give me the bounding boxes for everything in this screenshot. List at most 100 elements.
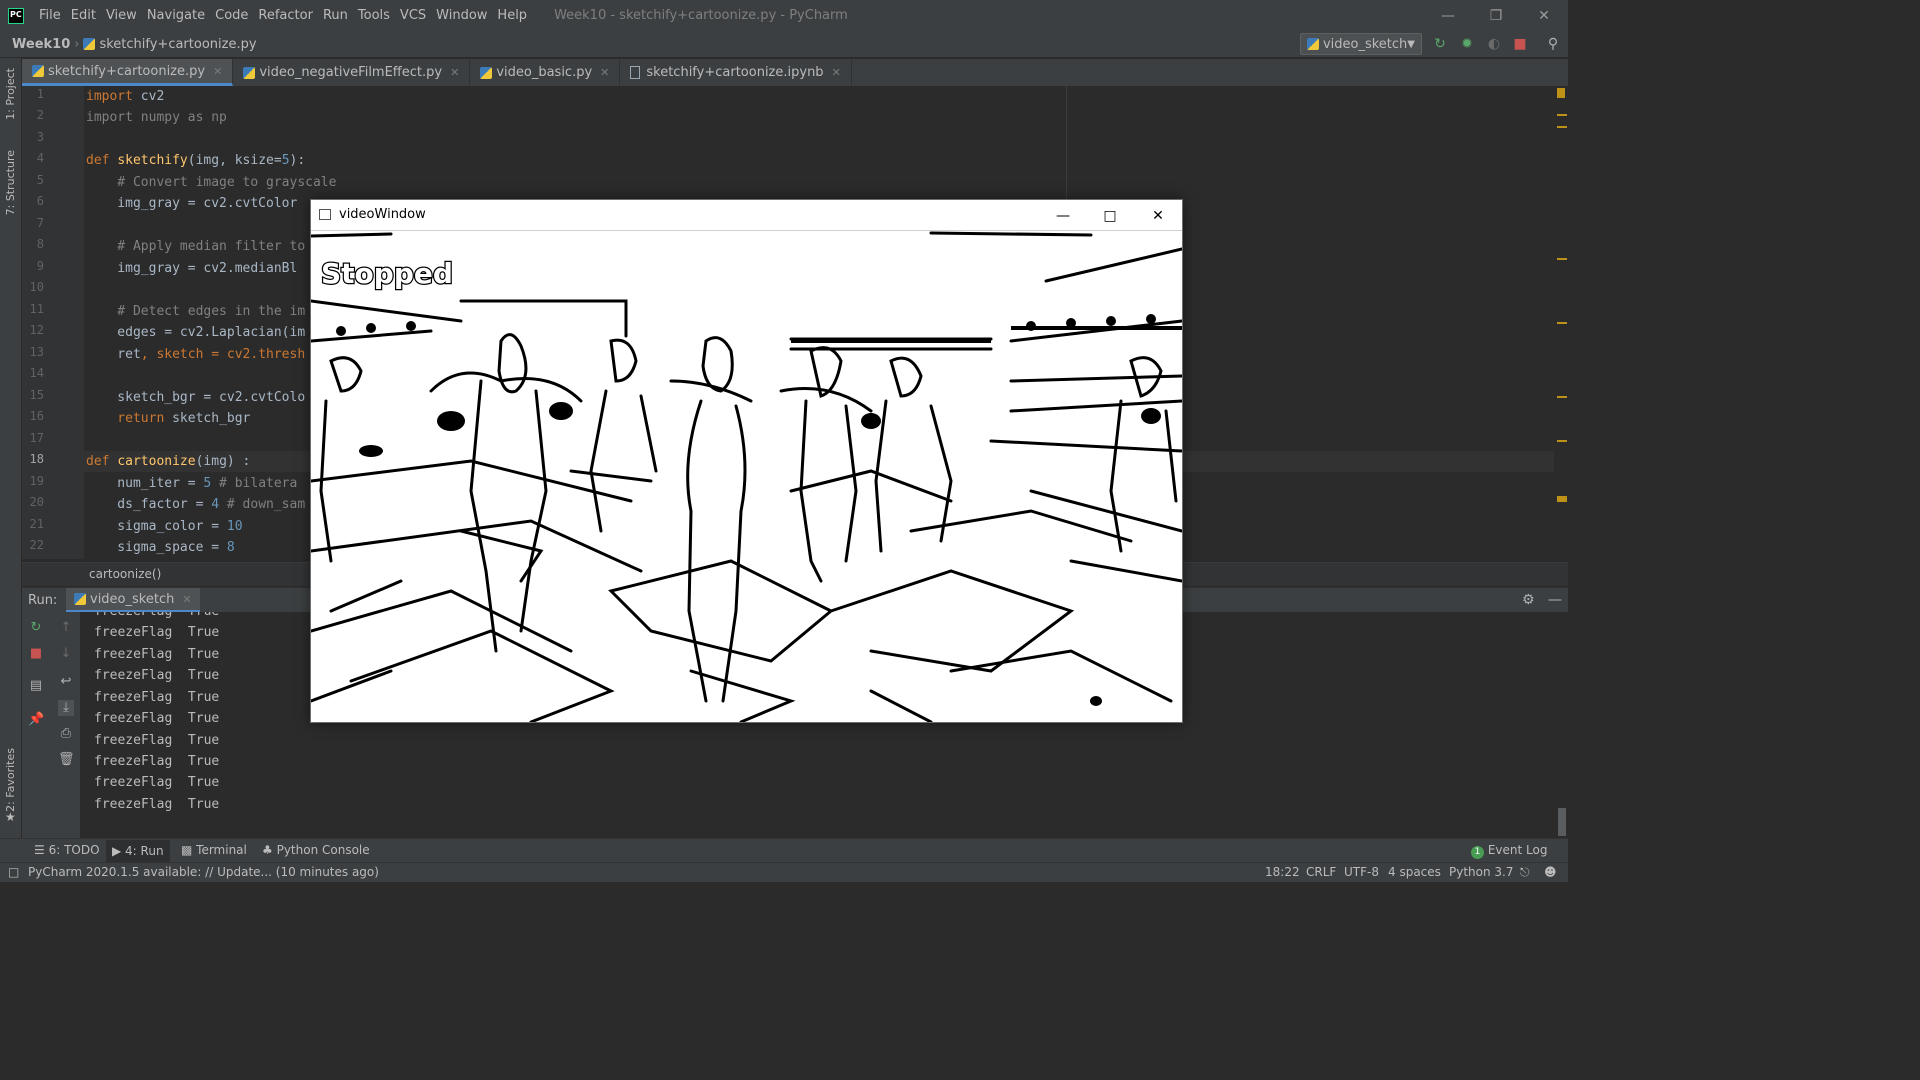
left-tool-strip: 1: Project 7: Structure 2: Favorites ★ — [0, 58, 22, 838]
video-window-titlebar[interactable]: videoWindow — □ ✕ — [311, 200, 1182, 231]
favorites-tool-button[interactable]: 2: Favorites — [4, 748, 17, 812]
soft-wrap-icon[interactable]: ↩ — [58, 674, 74, 690]
run-configuration-label: video_sketch — [1322, 36, 1408, 52]
inspector-icon[interactable]: ☻ — [1544, 865, 1557, 879]
pin-icon[interactable]: 📌 — [28, 712, 44, 728]
close-window-button[interactable]: ✕ — [1520, 0, 1568, 31]
structure-tool-button[interactable]: 7: Structure — [4, 150, 17, 215]
tab-sketchify-cartoonize-py[interactable]: sketchify+cartoonize.py ✕ — [22, 59, 234, 86]
trash-icon[interactable]: 🗑 — [58, 752, 75, 768]
hide-panel-icon[interactable]: — — [1548, 592, 1562, 608]
close-icon[interactable]: ✕ — [182, 593, 191, 606]
menu-code[interactable]: Code — [210, 8, 253, 23]
python-console-tool-button[interactable]: ♣ Python Console — [262, 843, 370, 857]
gear-icon[interactable]: ⚙ — [1522, 592, 1535, 608]
menu-vcs[interactable]: VCS — [395, 8, 431, 23]
menu-edit[interactable]: Edit — [66, 8, 101, 23]
breadcrumb-function[interactable]: cartoonize() — [89, 567, 161, 581]
menu-file[interactable]: File — [34, 8, 66, 23]
warning-marker[interactable] — [1557, 88, 1565, 98]
navigation-bar: Week10 › sketchify+cartoonize.py video_s… — [0, 31, 1568, 58]
run-tool-button[interactable]: ▶ 4: Run — [106, 840, 170, 862]
window-app-icon — [319, 209, 331, 220]
line-separator[interactable]: CRLF — [1306, 865, 1336, 879]
python-file-icon — [1307, 38, 1319, 50]
status-bar: □ PyCharm 2020.1.5 available: // Update.… — [0, 862, 1568, 882]
console-line: freezeFlag True — [94, 690, 220, 705]
menu-navigate[interactable]: Navigate — [142, 8, 210, 23]
tab-sketchify-cartoonize-ipynb[interactable]: sketchify+cartoonize.ipynb ✕ — [620, 59, 852, 86]
menu-view[interactable]: View — [101, 8, 142, 23]
rerun-icon[interactable]: ↻ — [28, 620, 44, 636]
menu-window[interactable]: Window — [431, 8, 492, 23]
menu-help[interactable]: Help — [492, 8, 532, 23]
code-line: import numpy as np — [86, 110, 227, 125]
code-line: sigma_color = 10 — [86, 519, 243, 534]
console-scrollbar[interactable] — [1558, 808, 1566, 836]
code-marker[interactable] — [1557, 440, 1567, 442]
menu-run[interactable]: Run — [318, 8, 353, 23]
run-label: 4: Run — [125, 844, 164, 858]
line-number: 6 — [36, 194, 44, 208]
maximize-button[interactable]: □ — [1087, 200, 1133, 231]
python-interpreter[interactable]: Python 3.7 — [1449, 865, 1514, 879]
chevron-right-icon: › — [74, 36, 80, 52]
project-tool-button[interactable]: 1: Project — [4, 68, 17, 120]
sketch-frame-image: Stopped — [311, 231, 1182, 722]
editor-error-stripe[interactable] — [1554, 86, 1568, 559]
run-configuration-select[interactable]: video_sketch ▼ — [1300, 33, 1422, 55]
run-tab-video-sketch[interactable]: video_sketch ✕ — [66, 588, 200, 613]
arrow-up-icon[interactable]: ↑ — [58, 620, 74, 636]
close-icon[interactable]: ✕ — [832, 66, 841, 79]
debug-icon[interactable]: ✹ — [1459, 36, 1475, 52]
file-encoding[interactable]: UTF-8 — [1344, 865, 1379, 879]
code-line: def sketchify(img, ksize=5): — [86, 153, 306, 168]
breadcrumb-file[interactable]: sketchify+cartoonize.py — [99, 37, 256, 52]
print-icon[interactable]: ⎙ — [58, 726, 74, 742]
indent-setting[interactable]: 4 spaces — [1388, 865, 1441, 879]
line-number: 19 — [29, 474, 44, 488]
status-frame-icon[interactable]: □ — [8, 865, 19, 879]
minimize-button[interactable]: — — [1040, 200, 1086, 231]
line-number: 3 — [36, 130, 44, 144]
restore-button[interactable]: ❐ — [1472, 0, 1520, 31]
close-button[interactable]: ✕ — [1135, 200, 1181, 231]
scroll-to-end-icon[interactable]: ⤓ — [58, 700, 74, 716]
tab-video-negativefilmeffect-py[interactable]: video_negativeFilmEffect.py ✕ — [233, 59, 471, 86]
console-line: freezeFlag True — [94, 625, 220, 640]
caret-position[interactable]: 18:22 — [1265, 865, 1300, 879]
code-marker[interactable] — [1557, 114, 1567, 116]
profile-icon[interactable]: ◐ — [1486, 36, 1502, 52]
console-line: freezeFlag True — [94, 754, 220, 769]
code-marker[interactable] — [1557, 396, 1567, 398]
code-line: # Apply median filter to — [86, 239, 306, 254]
arrow-down-icon[interactable]: ↓ — [58, 646, 74, 662]
menu-tools[interactable]: Tools — [353, 8, 395, 23]
event-log-tool-button[interactable]: 1 Event Log — [1471, 843, 1547, 859]
search-icon[interactable]: ⚲ — [1545, 36, 1561, 52]
lock-icon[interactable]: ⎋ — [1520, 865, 1530, 880]
tab-label: sketchify+cartoonize.ipynb — [646, 65, 824, 80]
menu-refactor[interactable]: Refactor — [253, 8, 318, 23]
terminal-tool-button[interactable]: ▩ Terminal — [181, 843, 247, 857]
tab-video-basic-py[interactable]: video_basic.py ✕ — [470, 59, 621, 86]
close-icon[interactable]: ✕ — [213, 65, 222, 78]
close-icon[interactable]: ✕ — [600, 66, 609, 79]
code-marker[interactable] — [1557, 126, 1567, 128]
video-window[interactable]: videoWindow — □ ✕ Stopped — [310, 199, 1183, 723]
play-icon: ▶ — [112, 844, 126, 858]
close-icon[interactable]: ✕ — [450, 66, 459, 79]
minimize-button[interactable]: — — [1424, 0, 1472, 31]
line-number: 1 — [36, 87, 44, 101]
rerun-icon[interactable]: ↻ — [1432, 36, 1448, 52]
breadcrumb-project[interactable]: Week10 — [12, 37, 70, 52]
status-message[interactable]: PyCharm 2020.1.5 available: // Update...… — [28, 865, 379, 879]
stop-icon[interactable]: ■ — [1512, 36, 1528, 52]
code-marker[interactable] — [1557, 258, 1567, 260]
code-marker[interactable] — [1557, 496, 1567, 502]
layout-icon[interactable]: ▤ — [28, 678, 44, 694]
star-icon: ★ — [5, 810, 16, 824]
stop-icon[interactable]: ■ — [28, 646, 44, 662]
todo-tool-button[interactable]: ☰ 6: TODO — [34, 843, 100, 857]
code-marker[interactable] — [1557, 322, 1567, 324]
